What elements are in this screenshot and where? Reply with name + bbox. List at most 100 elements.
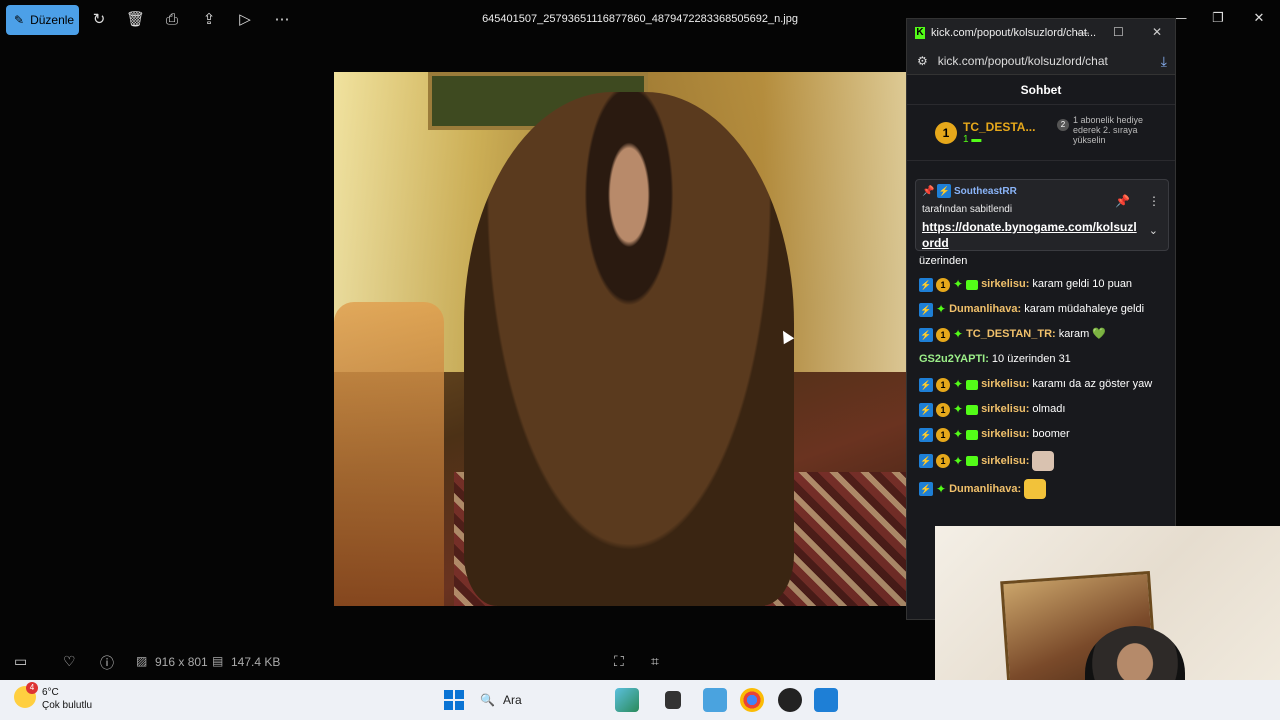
crop-icon[interactable]: ⌗ xyxy=(651,653,659,670)
rank-badge-icon: 1 xyxy=(936,402,950,417)
rank-badge-icon: 1 xyxy=(936,427,950,442)
og-badge-icon: ✦ xyxy=(936,481,947,496)
unpin-icon[interactable]: 📌 xyxy=(1115,194,1130,208)
pinned-by-user[interactable]: SoutheastRR xyxy=(954,186,1017,197)
og-badge-icon: ✦ xyxy=(953,377,964,391)
subscriber-badge-icon xyxy=(966,429,979,440)
hint-number: 2 xyxy=(1057,119,1069,131)
filesize-icon: ▤ xyxy=(212,654,224,668)
message-text: boomer xyxy=(1032,428,1070,440)
file-name: 645401507_25793651116877860_487947228336… xyxy=(482,13,798,25)
rank-badge-icon: 1 xyxy=(936,327,950,342)
app-icon-6[interactable] xyxy=(814,688,838,712)
message-overflow: üzerinden xyxy=(919,255,968,267)
download-icon[interactable]: ⤓ xyxy=(1161,53,1167,70)
chat-message: GS2u2YAPTI: 10 üzerinden 31 xyxy=(919,351,1169,368)
app-icon-5[interactable] xyxy=(778,688,802,712)
rank-badge-icon: 1 xyxy=(936,377,950,392)
chat-maximize-icon[interactable]: ☐ xyxy=(1113,25,1124,39)
message-text: olmadı xyxy=(1032,403,1066,415)
slideshow-icon[interactable]: ▷ xyxy=(236,11,254,29)
expand-chevron-icon[interactable]: ⌄ xyxy=(1149,224,1158,237)
weather-desc: Çok bulutlu xyxy=(42,700,93,711)
info-icon[interactable]: ⓘ xyxy=(100,653,114,673)
message-username[interactable]: GS2u2YAPTI: xyxy=(919,351,989,368)
message-username[interactable]: TC_DESTAN_TR: xyxy=(966,326,1056,343)
message-username[interactable]: sirkelisu: xyxy=(981,401,1029,418)
message-text: karam müdahaleye geldi xyxy=(1024,303,1145,315)
favorite-icon[interactable]: ♡ xyxy=(63,653,76,670)
chat-header: Sohbet xyxy=(907,75,1175,105)
gift-icon: ▬ xyxy=(971,134,982,145)
chat-message: ⚡ ✦ Dumanlihava: xyxy=(919,479,1169,499)
chat-window-title: kick.com/popout/kolsuzlord/chat... xyxy=(931,27,1097,39)
message-username[interactable]: Dumanlihava: xyxy=(949,301,1021,318)
message-text: karamı da az göster yaw xyxy=(1032,378,1153,390)
zoom-fit-icon[interactable]: ⛶ xyxy=(614,653,624,670)
photo-image xyxy=(334,72,906,606)
message-username[interactable]: sirkelisu: xyxy=(981,276,1029,293)
message-text: 10 üzerinden 31 xyxy=(991,353,1071,365)
url-bar[interactable]: ⚙ kick.com/popout/kolsuzlord/chat ⤓ xyxy=(907,47,1175,75)
message-username[interactable]: Dumanlihava: xyxy=(949,481,1021,498)
chat-message: ⚡ 1 ✦ sirkelisu: boomer xyxy=(919,426,1169,443)
edit-button[interactable]: ✎ Düzenle xyxy=(6,5,79,35)
message-text: karam geldi 10 puan xyxy=(1032,278,1133,290)
file-size: 147.4 KB xyxy=(231,655,281,669)
rank-badge-icon: 1 xyxy=(936,277,950,292)
print-icon[interactable]: ⎙ xyxy=(163,11,181,29)
filmstrip-icon[interactable]: ▭ xyxy=(14,653,27,670)
app-icon-2[interactable] xyxy=(665,691,681,709)
verified-badge-icon: ⚡ xyxy=(919,482,933,496)
cat-emote xyxy=(1032,451,1055,471)
search-label: Ara xyxy=(502,693,522,707)
message-username[interactable]: sirkelisu: xyxy=(981,453,1029,470)
og-badge-icon: ✦ xyxy=(953,453,964,468)
chrome-icon[interactable] xyxy=(740,688,764,712)
verified-badge-icon: ⚡ xyxy=(919,454,933,468)
chat-titlebar: K kick.com/popout/kolsuzlord/chat... — ☐… xyxy=(907,19,1175,47)
pin-menu-icon[interactable]: ⋮ xyxy=(1148,194,1160,208)
message-username[interactable]: sirkelisu: xyxy=(981,426,1029,443)
chat-message: ⚡ ✦ Dumanlihava: karam müdahaleye geldi xyxy=(919,301,1169,318)
url-text: kick.com/popout/kolsuzlord/chat xyxy=(937,53,1108,68)
subscriber-badge-icon xyxy=(966,404,979,415)
image-dimensions: 916 x 801 xyxy=(155,655,208,669)
taskbar: 4 6°C Çok bulutlu 🔍 Ara xyxy=(0,680,1280,720)
more-icon[interactable]: ⋯ xyxy=(273,11,291,29)
chat-close-icon[interactable]: ✕ xyxy=(1152,25,1162,39)
message-text: karam 💚 xyxy=(1058,328,1107,340)
pinned-message: 📌 ⚡ SoutheastRR tarafından sabitlendi ht… xyxy=(915,179,1169,251)
rotate-icon[interactable]: ↻ xyxy=(90,11,108,29)
leader-name[interactable]: TC_DESTA... xyxy=(963,120,1035,134)
message-username[interactable]: sirkelisu: xyxy=(981,376,1029,393)
close-icon[interactable]: ✕ xyxy=(1249,10,1269,26)
delete-icon[interactable]: 🗑 xyxy=(126,11,145,29)
chat-message: ⚡ 1 ✦ sirkelisu: karamı da az göster yaw xyxy=(919,376,1169,393)
rank-badge-icon: 1 xyxy=(936,454,950,468)
pinned-link[interactable]: https://donate.bynogame.com/kolsuzlordd xyxy=(922,219,1142,251)
edit-label: Düzenle xyxy=(30,13,75,27)
edit-icon: ✎ xyxy=(14,13,25,27)
weather-badge: 4 xyxy=(26,682,38,694)
hint-text: 1 abonelik hediye ederek 2. sıraya yükse… xyxy=(1073,115,1144,145)
og-badge-icon: ✦ xyxy=(953,427,964,441)
weather-temp: 6°C xyxy=(42,687,59,698)
weather-widget[interactable]: 4 6°C Çok bulutlu xyxy=(14,682,93,712)
badge-icon: ⚡ xyxy=(937,184,952,198)
share-icon[interactable]: ⇪ xyxy=(200,11,218,29)
start-button[interactable] xyxy=(444,690,464,710)
search-button[interactable]: 🔍 Ara xyxy=(480,689,522,711)
verified-badge-icon: ⚡ xyxy=(919,427,933,442)
verified-badge-icon: ⚡ xyxy=(919,327,933,342)
chat-message: ⚡ 1 ✦ TC_DESTAN_TR: karam 💚 xyxy=(919,326,1169,343)
leaderboard: 1 TC_DESTA... 1 ▬ 2 1 abonelik hediye ed… xyxy=(907,105,1175,161)
maximize-icon[interactable]: ❐ xyxy=(1208,10,1228,26)
app-icon-3[interactable] xyxy=(703,688,727,712)
chat-minimize-icon[interactable]: — xyxy=(1077,25,1089,39)
dimensions-icon: ▨ xyxy=(136,654,148,668)
chat-message: ⚡ 1 ✦ sirkelisu: olmadı xyxy=(919,401,1169,418)
app-icon-1[interactable] xyxy=(615,688,639,712)
verified-badge-icon: ⚡ xyxy=(919,302,933,317)
site-settings-icon[interactable]: ⚙ xyxy=(917,54,928,68)
